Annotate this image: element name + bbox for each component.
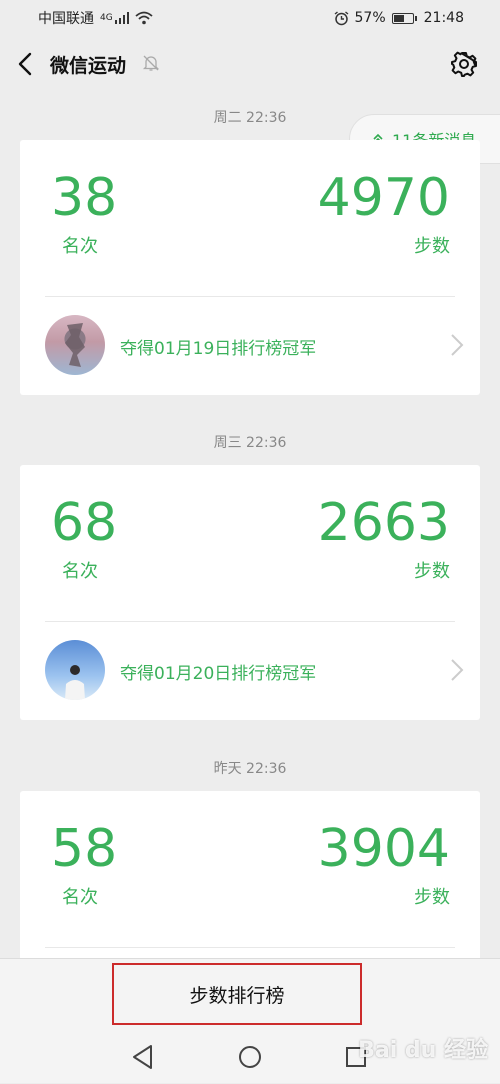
rank-label: 名次 xyxy=(62,236,98,257)
chevron-right-icon xyxy=(451,659,464,681)
nav-home-icon[interactable] xyxy=(238,1045,262,1069)
champion-row[interactable]: 夺得01月20日排行榜冠军 xyxy=(20,622,480,722)
feed-timestamp: 昨天 22:36 xyxy=(213,761,287,777)
mute-bell-icon xyxy=(142,55,160,71)
avatar-figure xyxy=(65,665,85,700)
rank-label: 名次 xyxy=(62,887,98,908)
watermark: Bai du 经验 xyxy=(358,1038,488,1063)
divider xyxy=(45,947,455,948)
wifi-icon xyxy=(135,11,153,25)
champion-text: 夺得01月20日排行榜冠军 xyxy=(120,664,317,684)
feed-timestamp: 周二 22:36 xyxy=(213,110,287,126)
step-card: 68 名次 2663 步数 夺得01月20日排行榜冠军 xyxy=(20,465,480,720)
steps-value: 3904 xyxy=(317,819,450,879)
steps-label: 步数 xyxy=(414,561,450,582)
steps-label: 步数 xyxy=(414,887,450,908)
chevron-right-icon xyxy=(451,334,464,356)
gear-icon[interactable] xyxy=(450,50,478,78)
alarm-icon xyxy=(334,10,348,25)
feed-timestamp: 周三 22:36 xyxy=(213,435,287,451)
step-card: 38 名次 4970 步数 夺得01月19日排行榜冠军 xyxy=(20,140,480,395)
battery-icon xyxy=(391,12,417,24)
steps-value: 2663 xyxy=(317,493,450,553)
rank-label: 名次 xyxy=(62,561,98,582)
avatar[interactable] xyxy=(45,640,105,700)
champion-text: 夺得01月19日排行榜冠军 xyxy=(120,339,317,359)
rank-value: 68 xyxy=(51,493,118,553)
status-time: 21:48 xyxy=(423,10,464,26)
steps-value: 4970 xyxy=(317,168,450,228)
battery-percent: 57% xyxy=(354,10,386,26)
signal-icon xyxy=(114,12,129,24)
status-bar: 中国联通 4G 57% 21:48 xyxy=(0,0,500,36)
status-left: 中国联通 4G xyxy=(38,8,153,28)
nav-back-icon[interactable] xyxy=(131,1044,155,1070)
avatar[interactable] xyxy=(45,315,105,375)
step-ranking-button[interactable]: 步数排行榜 xyxy=(112,963,362,1025)
champion-row[interactable]: 夺得01月19日排行榜冠军 xyxy=(20,297,480,397)
nav-bar: 微信运动 xyxy=(0,36,500,92)
avatar-figure xyxy=(65,323,85,367)
bottom-bar: 步数排行榜 xyxy=(0,958,500,1083)
back-icon[interactable] xyxy=(14,50,38,78)
carrier-name: 中国联通 xyxy=(38,11,94,27)
network-type: 4G xyxy=(100,13,113,23)
rank-value: 58 xyxy=(51,819,118,879)
rank-value: 38 xyxy=(51,168,118,228)
status-right: 57% 21:48 xyxy=(334,10,464,26)
steps-label: 步数 xyxy=(414,236,450,257)
page-title: 微信运动 xyxy=(50,55,127,77)
step-card: 58 名次 3904 步数 xyxy=(20,791,480,971)
